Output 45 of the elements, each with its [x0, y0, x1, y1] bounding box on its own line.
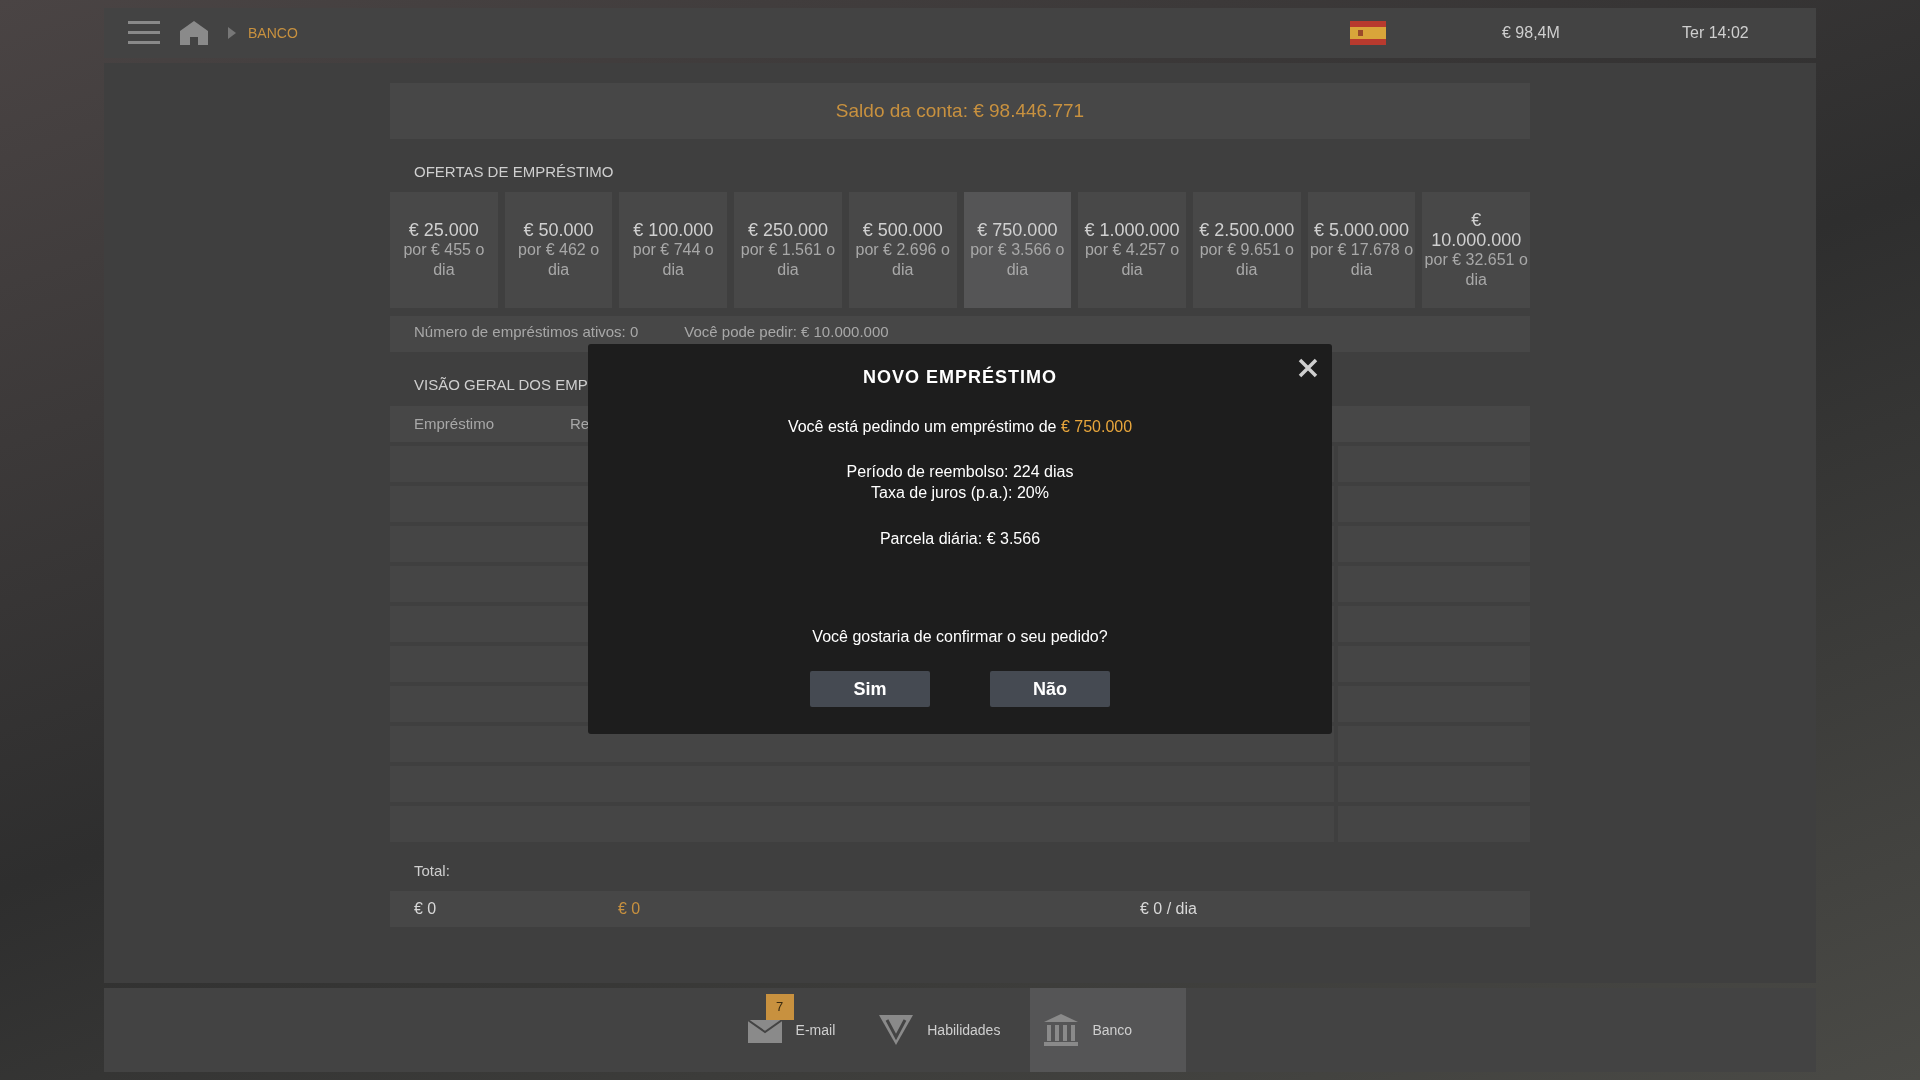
loan-request-text: Você está pedindo um empréstimo de € 750.000	[787, 417, 1133, 437]
column-header: Empréstimo	[414, 413, 496, 434]
loan-detail: Período de reembolso: 224 dias	[846, 462, 1074, 482]
dialog-button[interactable]: Não	[990, 671, 1110, 707]
loan-offer-card[interactable]: € 25.000 por € 455 o dia	[390, 191, 498, 308]
section-title: OFERTAS DE EMPRÉSTIMO	[414, 162, 614, 182]
loan-offer-card[interactable]: € 1.000.000 por € 4.257 o dia	[1078, 191, 1186, 308]
breadcrumb-link[interactable]: BANCO	[248, 22, 298, 44]
total-value: € 0 / dia	[1140, 898, 1197, 919]
total-label: Total:	[414, 861, 450, 881]
confirm-question: Você gostaria de confirmar o seu pedido?	[812, 627, 1108, 647]
loan-limit: Você pode pedir: € 10.000.000	[684, 321, 889, 342]
bank-icon	[1044, 1014, 1079, 1046]
nav-tab[interactable]: 7 E-mail	[733, 988, 850, 1072]
loan-offer-card[interactable]: € 2.500.000 por € 9.651 o dia	[1192, 191, 1301, 308]
total-value: € 0	[618, 898, 642, 919]
notification-badge: 7	[765, 994, 794, 1020]
loan-offer-card[interactable]: € 10.000.000 por € 32.651 o dia	[1422, 191, 1531, 308]
loan-offer-card[interactable]: € 50.000 por € 462 o dia	[504, 191, 613, 308]
close-button[interactable]	[1296, 356, 1320, 380]
section-title: VISÃO GERAL DOS EMP	[414, 374, 588, 395]
nav-tab[interactable]: Banco	[1030, 988, 1187, 1072]
loan-detail: Taxa de juros (p.a.): 20%	[871, 483, 1049, 503]
spain-flag-icon	[1350, 21, 1386, 45]
triangle-emblem-icon	[879, 1015, 914, 1045]
nav-tab[interactable]: Habilidades	[865, 988, 1015, 1072]
account-balance: Saldo da conta: € 98.446.771	[835, 98, 1085, 123]
loan-offer-card[interactable]: € 5.000.000 por € 17.678 o dia	[1307, 191, 1416, 308]
home-icon[interactable]	[180, 21, 208, 45]
close-icon	[1298, 358, 1318, 378]
loan-offer-card[interactable]: € 500.000 por € 2.696 o dia	[848, 191, 957, 308]
loan-offer-card[interactable]: € 750.000 por € 3.566 o dia	[963, 191, 1072, 308]
total-value: € 0	[414, 898, 438, 919]
dialog-button[interactable]: Sim	[810, 671, 930, 707]
envelope-icon	[747, 1017, 782, 1043]
menu-icon[interactable]	[128, 20, 160, 46]
loan-offer-card[interactable]: € 250.000 por € 1.561 o dia	[734, 191, 842, 308]
column-header: Re	[570, 413, 590, 434]
money-display: € 98,4M	[1502, 23, 1561, 43]
active-loans-count: Número de empréstimos ativos: 0	[414, 321, 639, 342]
dialog-title: NOVO EMPRÉSTIMO	[863, 365, 1057, 389]
caret-right-icon	[228, 27, 236, 39]
loan-offer-card[interactable]: € 100.000 por € 744 o dia	[619, 191, 728, 308]
clock: Ter 14:02	[1682, 23, 1750, 43]
daily-installment: Parcela diária: € 3.566	[879, 529, 1041, 549]
